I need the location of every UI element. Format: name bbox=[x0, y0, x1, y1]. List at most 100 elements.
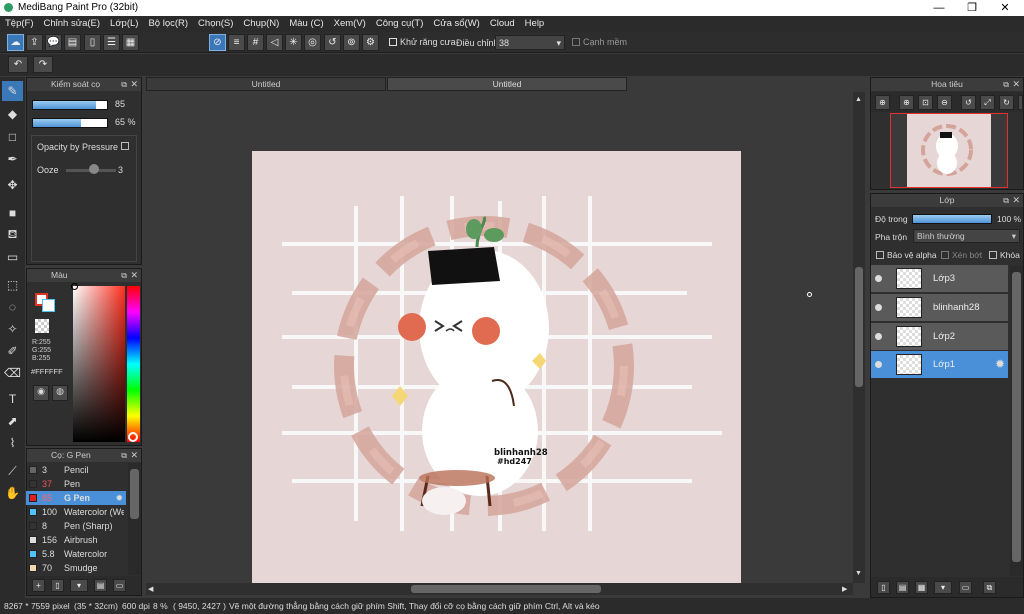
fill-shape-tool-icon[interactable]: ■ bbox=[2, 203, 23, 223]
tab-untitled-1[interactable]: Untitled bbox=[146, 77, 386, 91]
lock-checkbox[interactable] bbox=[989, 251, 997, 259]
snap-ellipse-icon[interactable]: ⊚ bbox=[343, 34, 360, 51]
close-icon[interactable]: ✕ bbox=[130, 78, 138, 91]
brush-size-slider[interactable] bbox=[32, 100, 108, 110]
navigator-preview[interactable] bbox=[890, 113, 1008, 188]
menu-help[interactable]: Help bbox=[520, 16, 550, 31]
close-icon[interactable]: ✕ bbox=[130, 269, 138, 282]
menu-window[interactable]: Cửa sổ(W) bbox=[428, 16, 484, 31]
snap-circle-icon[interactable]: ◎ bbox=[304, 34, 321, 51]
redo-icon[interactable]: ↷ bbox=[33, 56, 53, 73]
scroll-down-icon[interactable]: ▼ bbox=[855, 570, 862, 577]
upload-icon[interactable]: ⇪ bbox=[26, 34, 43, 51]
eye-icon[interactable] bbox=[875, 333, 882, 340]
brush-menu-icon[interactable]: ▾ bbox=[70, 579, 88, 592]
brush-list-scrollbar[interactable] bbox=[128, 463, 141, 575]
list-icon[interactable]: ☰ bbox=[103, 34, 120, 51]
saturation-value-picker[interactable] bbox=[73, 286, 125, 442]
layer-opacity-slider[interactable] bbox=[912, 214, 992, 224]
text-tool-icon[interactable]: T bbox=[2, 389, 23, 409]
duplicate-layer-icon[interactable]: ⧉ bbox=[983, 581, 996, 594]
antialias-checkbox[interactable] bbox=[389, 38, 397, 46]
new-8bit-layer-icon[interactable]: ▦ bbox=[915, 581, 928, 594]
scroll-left-icon[interactable]: ◀ bbox=[148, 585, 153, 593]
fit-screen-icon[interactable]: ⤢ bbox=[980, 95, 995, 110]
adjust-select[interactable]: 38 ▾ bbox=[495, 35, 565, 50]
close-window-button[interactable]: ✕ bbox=[990, 0, 1020, 16]
snap-curve-icon[interactable]: ↺ bbox=[324, 34, 341, 51]
close-icon[interactable]: ✕ bbox=[1012, 78, 1020, 91]
fit-icon[interactable]: ⊡ bbox=[918, 95, 933, 110]
menu-file[interactable]: Tệp(F) bbox=[0, 16, 39, 31]
navigator-more-icon[interactable] bbox=[1018, 95, 1023, 110]
blend-mode-select[interactable]: Bình thường ▾ bbox=[913, 229, 1020, 243]
menu-view[interactable]: Xem(V) bbox=[329, 16, 371, 31]
gear-icon[interactable]: ✹ bbox=[995, 357, 1005, 371]
canvas-viewport[interactable]: blinhanh28 #hd247 bbox=[146, 92, 852, 583]
transparent-color-swatch[interactable] bbox=[35, 319, 49, 333]
snap-parallel-icon[interactable]: ≡ bbox=[228, 34, 245, 51]
divide-tool-icon[interactable]: ⟋ bbox=[2, 461, 23, 481]
layer-row-lop2[interactable]: Lớp2 bbox=[871, 323, 1008, 351]
background-color-swatch[interactable] bbox=[42, 299, 55, 312]
brush-item-pen[interactable]: 37 Pen bbox=[26, 477, 126, 491]
layer-row-blinhanh28[interactable]: blinhanh28 bbox=[871, 294, 1008, 322]
popout-icon[interactable]: ⧉ bbox=[121, 449, 127, 462]
brush-tool-icon[interactable]: ✎ bbox=[2, 81, 23, 101]
canvas-hscroll-thumb[interactable] bbox=[411, 585, 601, 593]
layer-menu-icon[interactable]: ▾ bbox=[934, 581, 952, 594]
brush-item-watercolor[interactable]: 5.8 Watercolor bbox=[26, 547, 126, 561]
hue-slider-handle[interactable] bbox=[128, 432, 138, 442]
popout-icon[interactable]: ⧉ bbox=[1003, 78, 1009, 91]
eye-icon[interactable] bbox=[875, 361, 882, 368]
menu-snap[interactable]: Chụp(N) bbox=[238, 16, 284, 31]
zoom-in-icon[interactable]: ⊕ bbox=[875, 95, 890, 110]
menu-color[interactable]: Màu (C) bbox=[284, 16, 328, 31]
zoom-plus-icon[interactable]: ⊕ bbox=[899, 95, 914, 110]
palette-icon[interactable]: ◉ bbox=[33, 385, 49, 401]
canvas-vertical-scrollbar[interactable]: ▲ ▼ bbox=[853, 92, 865, 583]
protect-alpha-option[interactable]: Bảo vệ alpha bbox=[876, 250, 937, 260]
add-brush-icon[interactable]: + bbox=[32, 579, 45, 592]
page-icon[interactable]: ▯ bbox=[84, 34, 101, 51]
select-tool-icon[interactable]: ⬚ bbox=[2, 275, 23, 295]
popout-icon[interactable]: ⧉ bbox=[121, 269, 127, 282]
hand-tool-icon[interactable]: ✋ bbox=[2, 483, 23, 503]
menu-edit[interactable]: Chỉnh sửa(E) bbox=[39, 16, 106, 31]
rotate-right-icon[interactable]: ↻ bbox=[999, 95, 1014, 110]
magic-wand-tool-icon[interactable]: ✧ bbox=[2, 319, 23, 339]
new-halftone-layer-icon[interactable]: ▤ bbox=[896, 581, 909, 594]
menu-filter[interactable]: Bộ lọc(R) bbox=[143, 16, 193, 31]
brush-item-pen-sharp[interactable]: 8 Pen (Sharp) bbox=[26, 519, 126, 533]
snap-perspective-icon[interactable]: ◁ bbox=[266, 34, 283, 51]
brush-folder-icon[interactable]: ▭ bbox=[113, 579, 126, 592]
popout-icon[interactable]: ⧉ bbox=[1003, 194, 1009, 207]
gradient-tool-icon[interactable]: ▭ bbox=[2, 247, 23, 267]
snap-off-icon[interactable]: ⊘ bbox=[209, 34, 226, 51]
layer-folder-icon[interactable]: ▭ bbox=[959, 581, 972, 594]
pen-tool-icon[interactable]: ✒ bbox=[2, 149, 23, 169]
picker-cursor[interactable] bbox=[71, 283, 78, 290]
grid-icon[interactable]: ▦ bbox=[122, 34, 139, 51]
gear-icon[interactable]: ✹ bbox=[115, 491, 123, 505]
tab-untitled-2[interactable]: Untitled bbox=[387, 77, 627, 91]
scroll-right-icon[interactable]: ▶ bbox=[842, 585, 847, 593]
menu-tools[interactable]: Công cụ(T) bbox=[371, 16, 429, 31]
eraser-tool-icon[interactable]: ◆ bbox=[2, 104, 23, 124]
soft-edge-checkbox[interactable] bbox=[572, 38, 580, 46]
operation-tool-icon[interactable]: ⬈ bbox=[2, 411, 23, 431]
layer-list-scroll-thumb[interactable] bbox=[1012, 272, 1021, 562]
opacity-pressure-checkbox[interactable] bbox=[121, 142, 129, 150]
layer-row-lop3[interactable]: Lớp3 bbox=[871, 265, 1008, 293]
brush-opacity-slider[interactable] bbox=[32, 118, 108, 128]
new-brush-icon[interactable]: ▯ bbox=[51, 579, 64, 592]
antialias-option[interactable]: Khử răng cưa bbox=[389, 37, 456, 47]
layer-row-lop1[interactable]: Lớp1 ✹ bbox=[871, 351, 1008, 379]
canvas-horizontal-scrollbar[interactable]: ◀ ▶ bbox=[146, 583, 853, 595]
protect-alpha-checkbox[interactable] bbox=[876, 251, 884, 259]
rotate-left-icon[interactable]: ↺ bbox=[961, 95, 976, 110]
clipping-option[interactable]: Xén bớt bbox=[941, 250, 982, 260]
maximize-button[interactable]: ❐ bbox=[957, 0, 987, 16]
hue-slider[interactable] bbox=[127, 286, 140, 442]
color-wheel-icon[interactable]: ◍ bbox=[52, 385, 68, 401]
